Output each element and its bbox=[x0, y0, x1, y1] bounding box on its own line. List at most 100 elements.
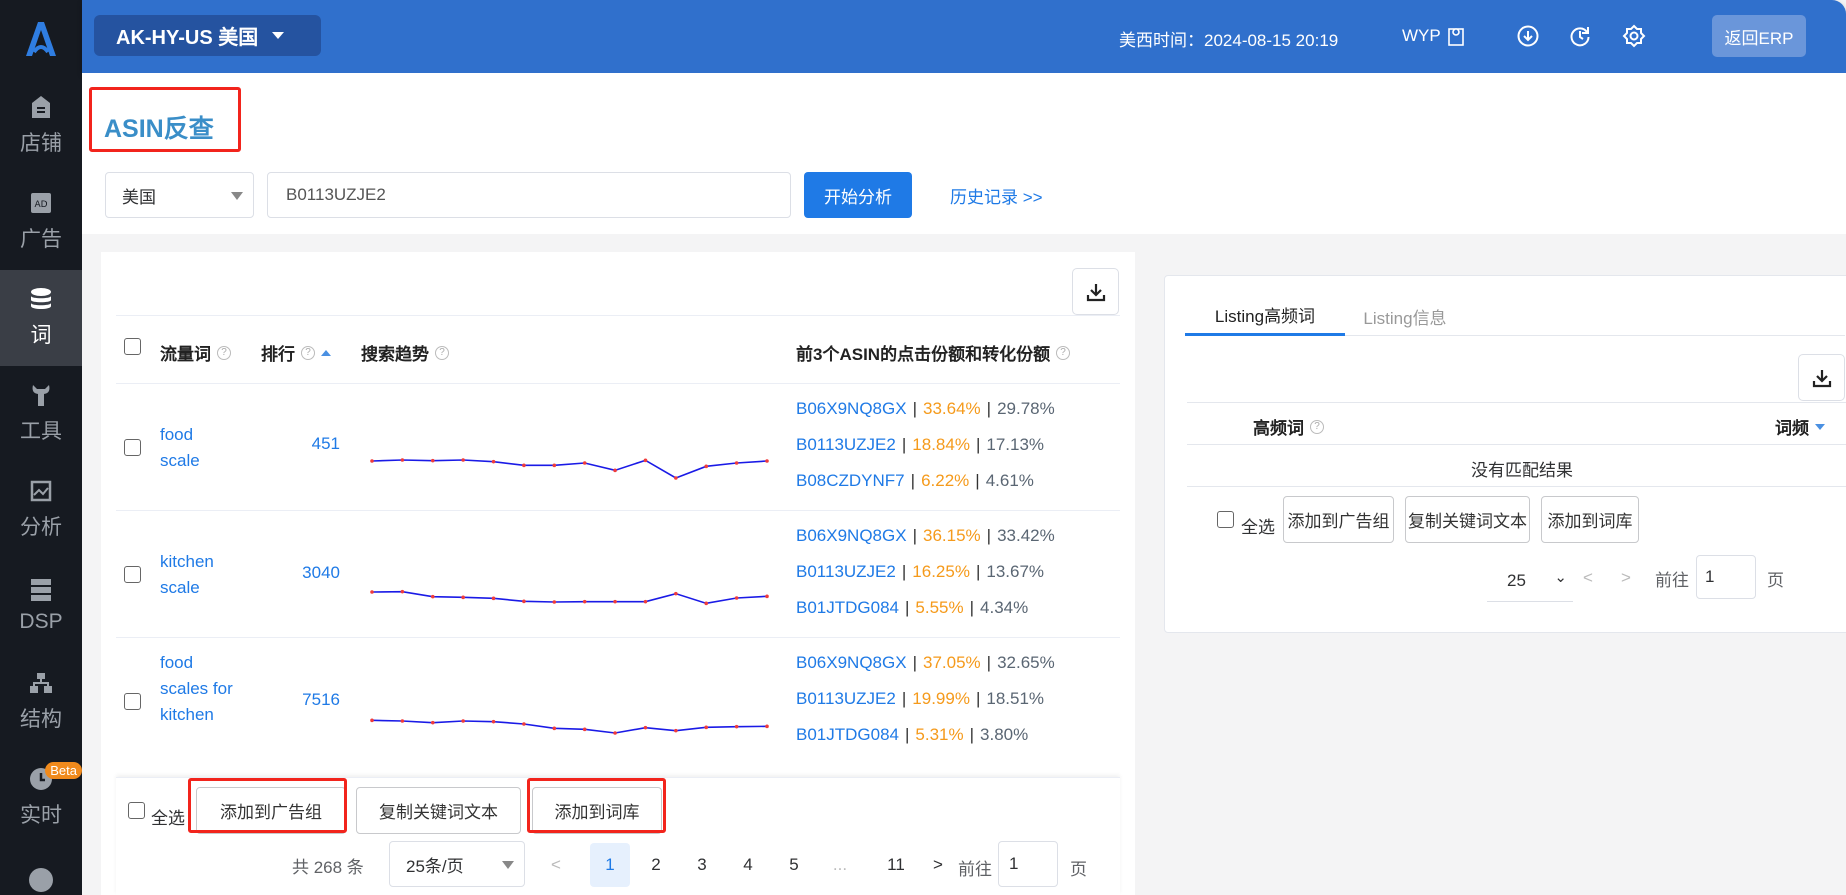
header-freq[interactable]: 词频 bbox=[1775, 414, 1825, 439]
conversion-share: 4.34% bbox=[980, 598, 1029, 617]
chart-icon bbox=[29, 479, 53, 503]
download-icon[interactable] bbox=[1516, 24, 1540, 48]
prev-page-button[interactable]: < bbox=[536, 843, 576, 887]
click-share: 16.25% bbox=[912, 562, 970, 581]
page-unit-label: 页 bbox=[1767, 571, 1784, 590]
sidebar-item-7[interactable]: 实时 Beta bbox=[0, 750, 82, 846]
asin-link[interactable]: B01JTDG084 bbox=[796, 725, 899, 744]
header-freq-label: 词频 bbox=[1775, 419, 1809, 438]
history-link[interactable]: 历史记录 >> bbox=[950, 183, 1043, 208]
goto-page-input[interactable]: 1 bbox=[1696, 555, 1756, 599]
settings-icon[interactable] bbox=[1622, 24, 1646, 48]
header-share-label: 前3个ASIN的点击份额和转化份额 bbox=[796, 345, 1051, 364]
sidebar-item-4[interactable]: 分析 bbox=[0, 462, 82, 558]
sidebar-item-1[interactable]: AD 广告 bbox=[0, 174, 82, 270]
select-all-checkbox[interactable] bbox=[124, 338, 141, 355]
help-icon[interactable]: ? bbox=[1310, 419, 1324, 434]
listing-panel: Listing高频词 Listing信息 高频词? 词频 没有匹配结果 全选 添… bbox=[1164, 275, 1846, 633]
trend-point bbox=[582, 461, 587, 465]
click-share: 6.22% bbox=[921, 471, 970, 490]
header-rank-label: 排行 bbox=[261, 345, 295, 364]
asin-link[interactable]: B0113UZJE2 bbox=[796, 435, 896, 454]
trend-point bbox=[522, 722, 526, 726]
asin-link[interactable]: B08CZDYNF7 bbox=[796, 471, 905, 490]
asin-link[interactable]: B01JTDG084 bbox=[796, 598, 899, 617]
sidebar-item-3[interactable]: 工具 bbox=[0, 366, 82, 462]
page-1[interactable]: 1 bbox=[590, 843, 630, 887]
help-icon[interactable]: ? bbox=[435, 345, 449, 360]
copy-keyword-text-button[interactable]: 复制关键词文本 bbox=[1405, 496, 1530, 543]
asin-share-line: B0113UZJE2 | 18.84% | 17.13% bbox=[796, 435, 1045, 454]
goto-page-input[interactable]: 1 bbox=[998, 841, 1058, 887]
store-selector[interactable]: AK-HY-US 美国 bbox=[94, 15, 321, 56]
trend-point bbox=[400, 719, 405, 723]
asin-share-line: B0113UZJE2 | 16.25% | 13.67% bbox=[796, 562, 1045, 581]
trend-point bbox=[582, 599, 587, 604]
sidebar-item-label: DSP bbox=[19, 610, 63, 633]
chevron-down-icon: ⌄ bbox=[1554, 569, 1567, 586]
click-share: 5.31% bbox=[915, 725, 964, 744]
app-logo[interactable] bbox=[20, 18, 62, 58]
header-rank[interactable]: 排行? bbox=[261, 340, 331, 365]
asin-share-line: B08CZDYNF7 | 6.22% | 4.61% bbox=[796, 471, 1034, 490]
asin-input[interactable]: B0113UZJE2 bbox=[267, 172, 791, 218]
prev-page-button[interactable]: < bbox=[1583, 568, 1593, 588]
page-size-select[interactable]: 25 ⌄ bbox=[1487, 556, 1573, 602]
sidebar-item-2[interactable]: 词 bbox=[0, 270, 82, 366]
asin-link[interactable]: B06X9NQ8GX bbox=[796, 399, 907, 418]
asin-link[interactable]: B06X9NQ8GX bbox=[796, 526, 907, 545]
page-header: ASIN反查 美国 B0113UZJE2 开始分析 历史记录 >> bbox=[82, 73, 1846, 234]
asin-link[interactable]: B06X9NQ8GX bbox=[796, 653, 907, 672]
page-5[interactable]: 5 bbox=[774, 843, 814, 887]
click-share: 37.05% bbox=[922, 653, 981, 672]
sort-asc-icon[interactable] bbox=[321, 349, 331, 356]
export-button[interactable] bbox=[1798, 354, 1845, 401]
export-button[interactable] bbox=[1072, 268, 1119, 315]
page-4[interactable]: 4 bbox=[728, 843, 768, 887]
tab-listing-keywords[interactable]: Listing高频词 bbox=[1185, 296, 1345, 336]
page-11[interactable]: 11 bbox=[876, 843, 916, 887]
download-icon bbox=[1086, 283, 1105, 301]
asin-link[interactable]: B0113UZJE2 bbox=[796, 689, 896, 708]
country-select[interactable]: 美国 bbox=[105, 172, 254, 218]
add-to-adgroup-button[interactable]: 添加到广告组 bbox=[1283, 496, 1394, 543]
conversion-share: 32.65% bbox=[997, 653, 1055, 672]
page-2[interactable]: 2 bbox=[636, 843, 676, 887]
next-page-button[interactable]: > bbox=[918, 843, 958, 887]
user-menu[interactable]: WYP bbox=[1402, 26, 1465, 46]
header-keyword: 流量词? bbox=[160, 340, 231, 365]
header-trend: 搜索趋势? bbox=[361, 340, 449, 365]
select-all-checkbox[interactable] bbox=[1217, 511, 1234, 528]
total-count: 共 268 条 bbox=[292, 858, 364, 877]
asin-link[interactable]: B0113UZJE2 bbox=[796, 562, 896, 581]
back-to-erp-button[interactable]: 返回ERP bbox=[1712, 15, 1806, 57]
add-to-library-button[interactable]: 添加到词库 bbox=[1541, 496, 1639, 543]
sidebar-item-6[interactable]: 结构 bbox=[0, 654, 82, 750]
sidebar-item-label: 广告 bbox=[20, 228, 62, 251]
sidebar-item-0[interactable]: 店铺 bbox=[0, 78, 82, 174]
analyze-button[interactable]: 开始分析 bbox=[804, 172, 912, 218]
page-3[interactable]: 3 bbox=[682, 843, 722, 887]
history-icon[interactable] bbox=[1568, 24, 1592, 48]
page-size-value: 25 bbox=[1507, 571, 1526, 590]
copy-keyword-text-button[interactable]: 复制关键词文本 bbox=[356, 787, 521, 834]
trend-point bbox=[704, 725, 709, 730]
tab-listing-info[interactable]: Listing信息 bbox=[1345, 296, 1465, 336]
next-page-button[interactable]: > bbox=[1621, 568, 1631, 588]
trend-point bbox=[582, 727, 587, 732]
sidebar-item-label: 分析 bbox=[20, 516, 62, 539]
help-icon[interactable]: ? bbox=[1056, 345, 1071, 360]
page-size-select[interactable]: 25条/页 bbox=[389, 841, 525, 887]
header-keyword-label: 流量词 bbox=[160, 345, 211, 364]
help-icon[interactable]: ? bbox=[301, 345, 315, 360]
sidebar-item-5[interactable]: DSP bbox=[0, 558, 82, 654]
page-ellipsis[interactable]: ... bbox=[820, 843, 860, 887]
trend-point bbox=[734, 596, 739, 600]
help-icon[interactable]: ? bbox=[217, 345, 231, 360]
page-size-value: 25条/页 bbox=[406, 856, 464, 876]
trend-point bbox=[430, 720, 435, 725]
select-all-checkbox[interactable] bbox=[128, 802, 145, 819]
sidebar-more-icon[interactable] bbox=[29, 868, 53, 892]
page-title: ASIN反查 bbox=[104, 115, 214, 143]
trend-point bbox=[765, 459, 769, 463]
